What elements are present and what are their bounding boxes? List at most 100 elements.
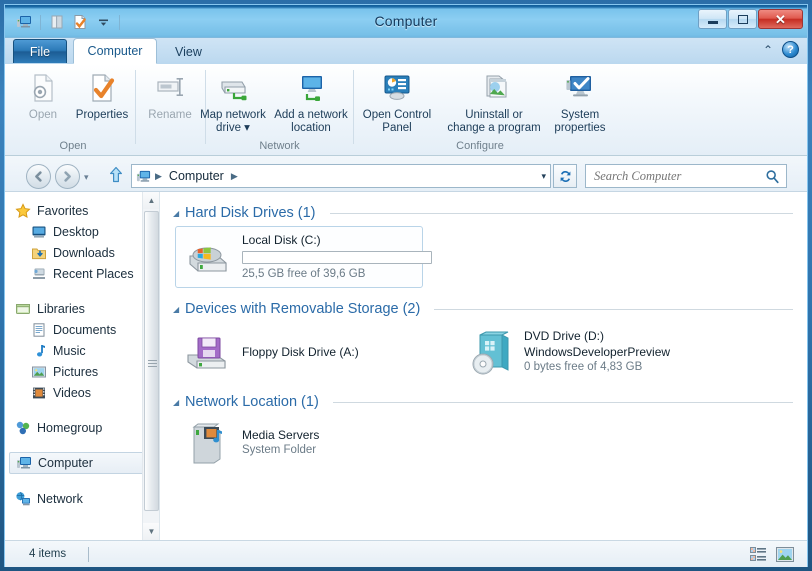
network-icon <box>15 491 31 507</box>
scroll-up-button[interactable]: ▲ <box>143 192 159 209</box>
uninstall-change-program-button[interactable]: Uninstall or change a program <box>439 68 549 135</box>
navigation-pane: Favorites Desktop Downloads Recent Place… <box>5 192 160 540</box>
drive-tile-floppy-a[interactable]: Floppy Disk Drive (A:) <box>175 322 423 381</box>
collapse-ribbon-icon[interactable]: ⌃ <box>763 43 773 57</box>
tab-view[interactable]: View <box>163 40 214 64</box>
ribbon-group-open: Open Properties Open <box>13 64 133 156</box>
maximize-button[interactable] <box>728 9 757 29</box>
item-count-label: 4 items <box>29 548 67 560</box>
add-network-location-button[interactable]: Add a network location <box>261 68 361 135</box>
search-icon[interactable] <box>765 169 780 184</box>
desktop-icon <box>31 224 47 240</box>
breadcrumb-separator-1[interactable]: ▶ <box>151 171 166 182</box>
tab-computer[interactable]: Computer <box>73 38 157 64</box>
sidebar-item-documents[interactable]: Documents <box>5 319 159 340</box>
breadcrumb-computer[interactable]: Computer <box>166 169 227 183</box>
section-title-removable-storage: Devices with Removable Storage (2) <box>185 301 421 317</box>
large-icons-view-button[interactable] <box>775 545 795 563</box>
sidebar-gap-4 <box>5 474 159 488</box>
sidebar-gap-2 <box>5 403 159 417</box>
sidebar-gap-3 <box>5 438 159 452</box>
open-button[interactable]: Open <box>17 68 69 122</box>
sidebar-item-recent-places[interactable]: Recent Places <box>5 263 159 284</box>
details-view-button[interactable] <box>748 545 768 563</box>
sidebar-label-computer: Computer <box>38 456 93 470</box>
properties-button-label: Properties <box>75 109 129 121</box>
close-button[interactable]: ✕ <box>758 9 803 29</box>
sidebar-label-downloads: Downloads <box>53 245 115 260</box>
sidebar-item-favorites[interactable]: Favorites <box>5 200 159 221</box>
window-title: Computer <box>374 13 438 29</box>
collapse-triangle-icon[interactable]: ◢ <box>173 305 179 314</box>
section-header-removable-storage[interactable]: ◢ Devices with Removable Storage (2) <box>161 296 807 322</box>
sidebar-label-desktop: Desktop <box>53 224 99 239</box>
sidebar-item-desktop[interactable]: Desktop <box>5 221 159 242</box>
uninstall-program-icon <box>478 72 510 104</box>
sidebar-item-pictures[interactable]: Pictures <box>5 361 159 382</box>
search-input[interactable] <box>592 167 765 185</box>
sidebar-item-downloads[interactable]: Downloads <box>5 242 159 263</box>
collapse-triangle-icon[interactable]: ◢ <box>173 209 179 218</box>
forward-button[interactable] <box>55 164 80 189</box>
drive-info-floppy-a: Floppy Disk Drive (A:) <box>242 344 359 360</box>
content-pane[interactable]: ◢ Hard Disk Drives (1) Local Disk (C:) 2… <box>161 192 807 540</box>
drive-tile-dvd-d[interactable]: DVD Drive (D:) WindowsDeveloperPreview 0… <box>457 322 679 381</box>
tile-row-network-location: Media Servers System Folder <box>161 415 807 469</box>
back-button[interactable] <box>26 164 51 189</box>
videos-icon <box>31 385 47 401</box>
open-control-panel-line2: Panel <box>382 122 412 134</box>
status-bar: 4 items <box>5 540 807 567</box>
title-bar[interactable]: Computer ✕ <box>5 5 807 38</box>
drive-tile-local-disk-c[interactable]: Local Disk (C:) 25,5 GB free of 39,6 GB <box>175 226 432 288</box>
uninstall-line2: change a program <box>447 122 541 134</box>
help-icon[interactable]: ? <box>782 41 799 58</box>
tab-file[interactable]: File <box>13 39 67 63</box>
system-properties-line1: System <box>560 109 600 121</box>
sidebar-label-recent-places: Recent Places <box>53 266 134 281</box>
homegroup-icon <box>15 420 31 436</box>
section-rule <box>332 401 793 403</box>
recent-places-icon <box>31 266 47 282</box>
breadcrumb-separator-2[interactable]: ▶ <box>227 171 242 182</box>
search-box[interactable] <box>585 164 787 188</box>
scrollbar-thumb[interactable] <box>144 211 159 511</box>
sidebar-item-music[interactable]: Music <box>5 340 159 361</box>
scroll-down-button[interactable]: ▼ <box>143 523 159 540</box>
ribbon: Open Properties Open Rename Map network … <box>5 64 807 156</box>
sidebar-item-videos[interactable]: Videos <box>5 382 159 403</box>
section-header-hard-disk-drives[interactable]: ◢ Hard Disk Drives (1) <box>161 200 807 226</box>
maximize-glyph <box>737 14 748 24</box>
sidebar-item-homegroup[interactable]: Homegroup <box>5 417 159 438</box>
address-dropdown-icon[interactable]: ▾ <box>541 171 546 182</box>
up-button[interactable] <box>108 166 124 188</box>
sidebar-item-libraries[interactable]: Libraries <box>5 298 159 319</box>
drive-capacity-dvd-d: 0 bytes free of 4,83 GB <box>524 361 643 373</box>
section-header-network-location[interactable]: ◢ Network Location (1) <box>161 389 807 415</box>
close-icon: ✕ <box>775 11 786 27</box>
tile-row-hard-disk-drives: Local Disk (C:) 25,5 GB free of 39,6 GB <box>161 226 807 288</box>
address-bar[interactable]: ▶ Computer ▶ ▾ <box>131 164 551 188</box>
rename-icon <box>154 72 186 104</box>
open-icon <box>27 72 59 104</box>
navigation-pane-scrollbar[interactable]: ▲ ▼ <box>142 192 159 540</box>
dvd-drive-icon <box>466 331 514 374</box>
minimize-button[interactable] <box>698 9 727 29</box>
drive-info-local-disk-c: Local Disk (C:) 25,5 GB free of 39,6 GB <box>242 232 432 282</box>
recent-locations-icon[interactable]: ▾ <box>84 172 89 183</box>
refresh-button[interactable] <box>553 164 577 188</box>
star-icon <box>15 202 31 219</box>
uninstall-line1: Uninstall or <box>465 109 523 121</box>
properties-button[interactable]: Properties <box>69 68 135 122</box>
network-subtitle-media-servers: System Folder <box>242 443 317 456</box>
system-properties-button[interactable]: System properties <box>545 68 615 135</box>
ribbon-tab-strip: File Computer View <box>5 38 807 64</box>
network-title-media-servers: Media Servers <box>242 427 320 442</box>
sidebar-item-network[interactable]: Network <box>5 488 159 509</box>
collapse-triangle-icon[interactable]: ◢ <box>173 398 179 407</box>
sidebar-label-libraries: Libraries <box>37 301 85 316</box>
ribbon-right-controls: ⌃ ? <box>763 41 799 58</box>
open-control-panel-button[interactable]: Open Control Panel <box>353 68 441 135</box>
sidebar-label-homegroup: Homegroup <box>37 420 103 435</box>
sidebar-item-computer[interactable]: Computer <box>9 452 153 474</box>
network-tile-media-servers[interactable]: Media Servers System Folder <box>175 415 423 469</box>
